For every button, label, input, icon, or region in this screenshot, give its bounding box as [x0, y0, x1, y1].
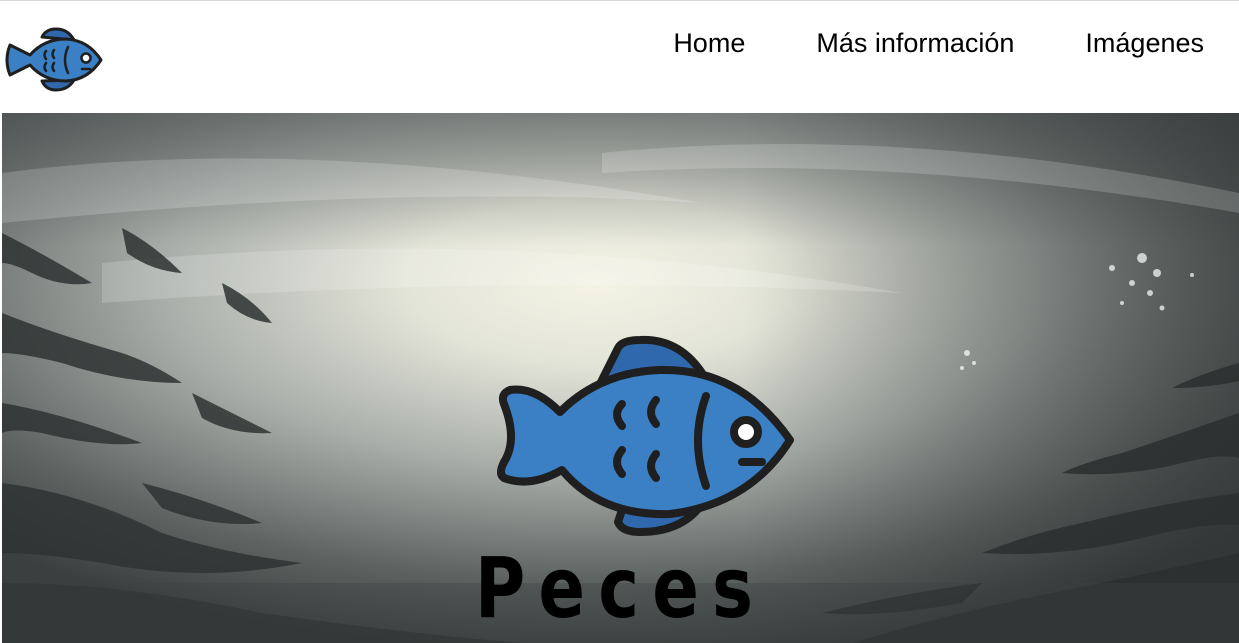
nav-home-link[interactable]: Home [673, 25, 745, 61]
hero-fish-icon [490, 226, 796, 540]
hero-title: Peces [474, 539, 767, 637]
main-nav: Home Más información Imágenes [602, 25, 1239, 61]
nav-more-info-link[interactable]: Más información [816, 25, 1014, 61]
logo-fish-icon[interactable] [2, 25, 104, 95]
site-header: Home Más información Imágenes [0, 1, 1239, 113]
nav-images-link[interactable]: Imágenes [1085, 25, 1204, 61]
hero-banner: Peces [2, 113, 1239, 643]
